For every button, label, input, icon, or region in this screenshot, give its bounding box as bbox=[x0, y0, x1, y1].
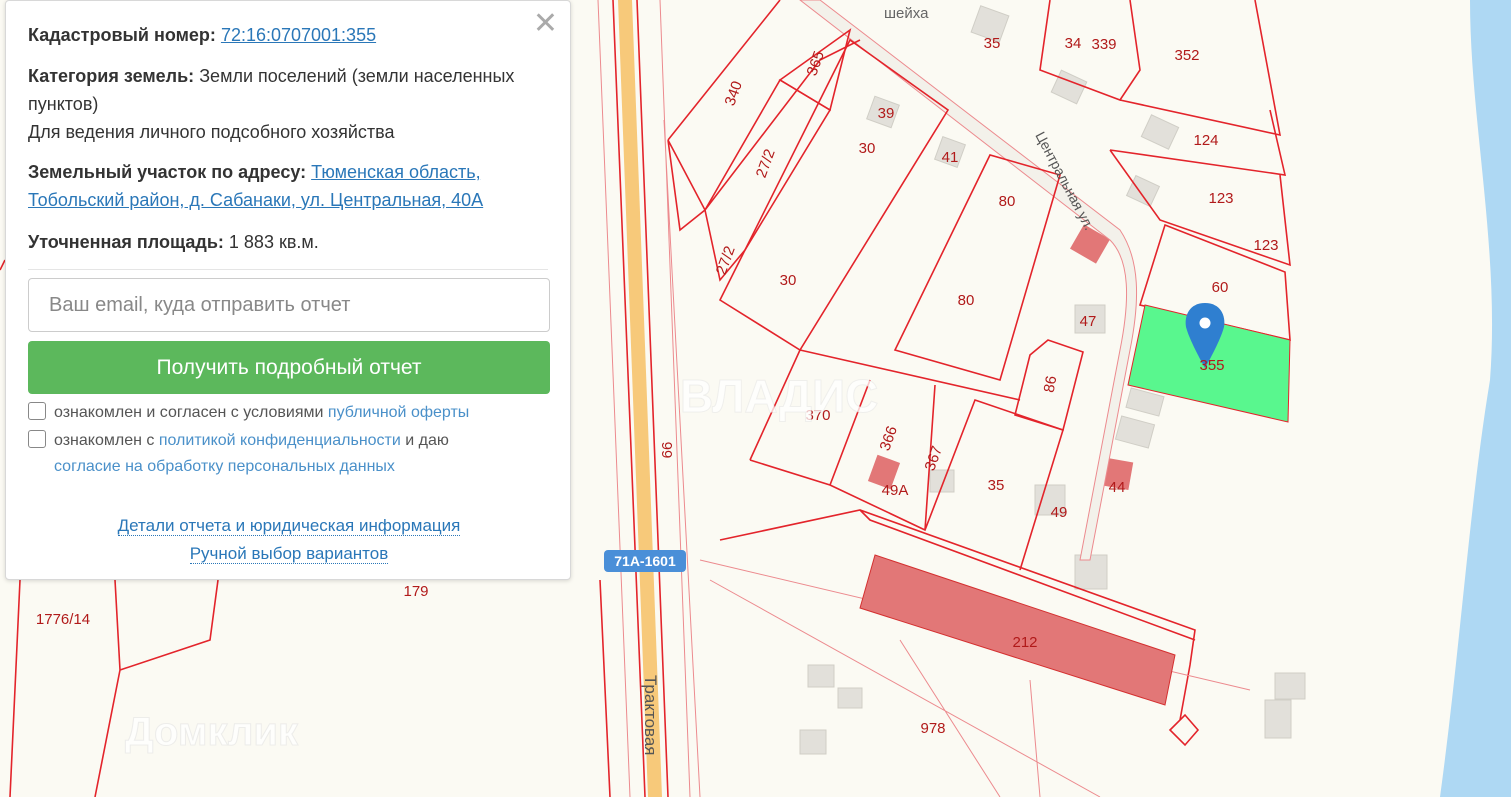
privacy-text: ознакомлен с bbox=[54, 432, 155, 449]
street-label-traktovaya: Трактовая bbox=[641, 675, 660, 756]
details-link[interactable]: Детали отчета и юридическая информация bbox=[117, 516, 461, 536]
parcel-label: 35 bbox=[988, 477, 1005, 494]
parcel-label: 27/2 bbox=[713, 244, 739, 277]
parcel-label: 44 bbox=[1109, 479, 1126, 496]
cadastral-number-link[interactable]: 72:16:0707001:355 bbox=[221, 25, 376, 45]
parcel-label: 1776/14 bbox=[36, 611, 90, 628]
area-value: 1 883 кв.м. bbox=[228, 232, 319, 252]
parcel-label: 123 bbox=[1208, 190, 1233, 207]
address-label: Земельный участок по адресу: bbox=[28, 162, 307, 182]
parcel-label: 80 bbox=[958, 292, 975, 309]
parcel-label: 47 bbox=[1080, 313, 1097, 330]
offer-link[interactable]: публичной оферты bbox=[328, 404, 469, 421]
area-label: Уточненная площадь: bbox=[28, 232, 224, 252]
parcel-label: 366 bbox=[877, 424, 902, 453]
divider bbox=[28, 269, 548, 270]
category-label: Категория земель: bbox=[28, 66, 195, 86]
parcel-label: 212 bbox=[1012, 634, 1037, 651]
parcel-label: 30 bbox=[859, 140, 876, 157]
parcel-label: 39 bbox=[878, 105, 895, 122]
parcel-label: 124 bbox=[1193, 132, 1218, 149]
watermark-vladis: ВЛАДИС bbox=[680, 370, 878, 422]
parcel-label: 340 bbox=[722, 79, 747, 108]
parcel-label: 49 bbox=[1051, 504, 1068, 521]
parcel-label: 49А bbox=[882, 482, 909, 499]
parcel-label: 339 bbox=[1091, 36, 1116, 53]
parcel-label: 179 bbox=[403, 583, 428, 600]
get-report-button[interactable]: Получить подробный отчет bbox=[28, 341, 550, 394]
privacy-link[interactable]: политикой конфиденциальности bbox=[159, 432, 401, 449]
parcel-label: 41 bbox=[942, 149, 959, 166]
parcel-label: 35 bbox=[984, 35, 1001, 52]
parcel-label: 60 bbox=[1212, 279, 1229, 296]
parcel-label: 30 bbox=[780, 272, 797, 289]
road-badge: 71А-1601 bbox=[604, 550, 686, 572]
privacy-text-2: и даю bbox=[405, 432, 449, 449]
offer-text: ознакомлен и согласен с условиями bbox=[54, 404, 324, 421]
privacy-checkbox[interactable] bbox=[28, 430, 46, 448]
water bbox=[1440, 0, 1511, 797]
parcel-info-popup: ✕ Кадастровый номер: 72:16:0707001:355 К… bbox=[5, 0, 571, 580]
usage-value: Для ведения личного подсобного хозяйства bbox=[28, 122, 395, 142]
parcel-label: 34 bbox=[1065, 35, 1082, 52]
parcel-label: 978 bbox=[920, 720, 945, 737]
street-label-top: шейха bbox=[884, 5, 929, 22]
watermark-domclick: Домклик bbox=[125, 710, 299, 754]
consent-link[interactable]: согласие на обработку персональных данны… bbox=[54, 458, 395, 475]
parcel-label: 86 bbox=[1041, 375, 1061, 394]
parcel-label: 355 bbox=[1199, 357, 1224, 374]
parcel-label: 80 bbox=[999, 193, 1016, 210]
parcel-212[interactable] bbox=[859, 554, 1176, 706]
parcel-label: 27/2 bbox=[753, 147, 779, 180]
parcel-label: 123 bbox=[1253, 237, 1278, 254]
parcel-label: 367 bbox=[922, 444, 947, 473]
cadastral-label: Кадастровый номер: bbox=[28, 25, 216, 45]
email-input[interactable] bbox=[28, 278, 550, 332]
manual-selection-link[interactable]: Ручной выбор вариантов bbox=[189, 544, 389, 564]
parcel-label: 365 bbox=[804, 49, 829, 78]
parcel-label: 66 bbox=[659, 442, 676, 459]
parcel-label: 352 bbox=[1174, 47, 1199, 64]
svg-text:71А-1601: 71А-1601 bbox=[614, 553, 676, 569]
offer-checkbox[interactable] bbox=[28, 402, 46, 420]
